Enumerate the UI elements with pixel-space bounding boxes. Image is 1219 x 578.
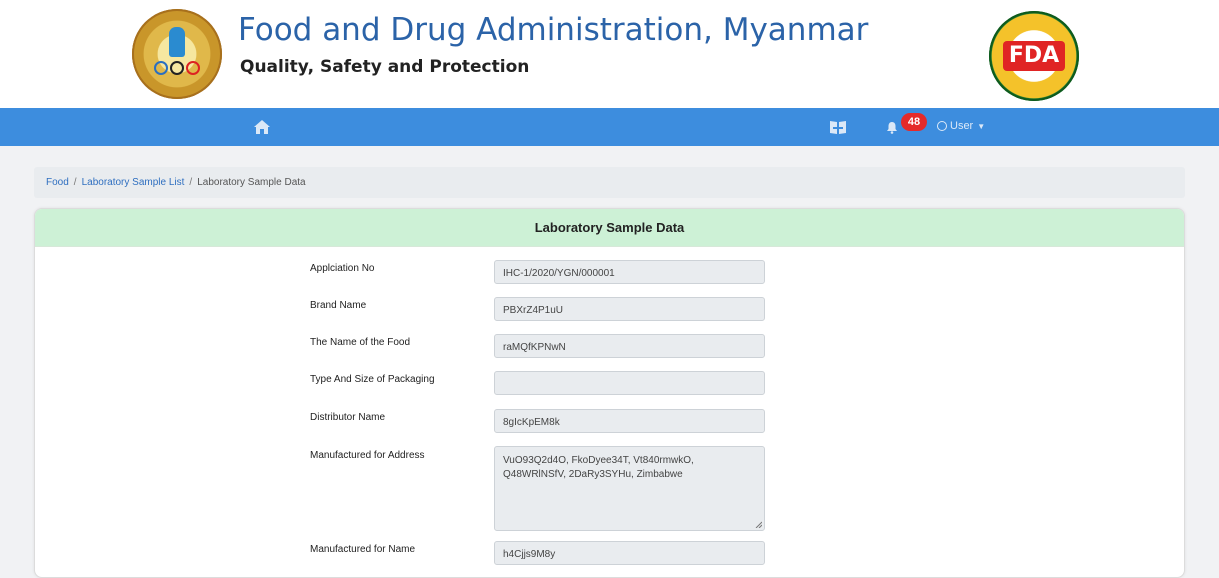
breadcrumb: Food / Laboratory Sample List / Laboratory S… <box>34 167 1185 198</box>
card-title: Laboratory Sample Data <box>35 209 1184 247</box>
site-title: Food and Drug Administration, Myanmar <box>238 12 869 48</box>
packaging-field[interactable] <box>494 371 765 395</box>
field-label: Applciation No <box>310 263 375 274</box>
field-label: Manufactured for Address <box>310 450 425 461</box>
breadcrumb-current: Laboratory Sample Data <box>197 177 306 188</box>
textarea-value: VuO93Q2d4O, FkoDyee34T, Vt840rmwkO, Q48W… <box>503 455 694 480</box>
field-label: Manufactured for Name <box>310 544 416 555</box>
site-subtitle: Quality, Safety and Protection <box>240 57 530 77</box>
resize-handle-icon[interactable] <box>755 521 762 528</box>
breadcrumb-separator: / <box>189 177 193 188</box>
manufactured-for-name-field[interactable]: h4Cjjs9M8y <box>494 541 765 565</box>
lab-sample-data-card: Laboratory Sample Data Applciation No IH… <box>34 208 1185 578</box>
book-icon[interactable] <box>828 119 848 135</box>
manufactured-for-address-textarea[interactable]: VuO93Q2d4O, FkoDyee34T, Vt840rmwkO, Q48W… <box>494 446 765 531</box>
brand-name-field[interactable]: PBXrZ4P1uU <box>494 297 765 321</box>
breadcrumb-lab-sample-list-link[interactable]: Laboratory Sample List <box>82 177 185 188</box>
field-label: The Name of the Food <box>310 337 411 348</box>
chevron-down-icon: ▼ <box>977 122 986 131</box>
fda-seal-logo: FDA <box>989 11 1079 101</box>
user-label: User <box>950 120 974 132</box>
site-header: Food and Drug Administration, Myanmar Qu… <box>0 0 1219 108</box>
bell-icon[interactable] <box>886 121 898 134</box>
notification-count-badge[interactable]: 48 <box>901 113 927 131</box>
food-name-field[interactable]: raMQfKPNwN <box>494 334 765 358</box>
user-menu[interactable]: User ▼ <box>937 120 985 132</box>
top-navbar: 48 User ▼ <box>0 108 1219 146</box>
field-label: Distributor Name <box>310 412 386 423</box>
field-label: Brand Name <box>310 300 367 311</box>
field-label: Type And Size of Packaging <box>310 374 435 385</box>
ministry-seal-logo <box>132 9 222 99</box>
breadcrumb-food-link[interactable]: Food <box>46 177 69 188</box>
distributor-name-field[interactable]: 8gIcKpEM8k <box>494 409 765 433</box>
breadcrumb-separator: / <box>73 177 77 188</box>
user-icon <box>937 121 947 131</box>
home-icon[interactable] <box>253 119 271 135</box>
application-no-field[interactable]: IHC-1/2020/YGN/000001 <box>494 260 765 284</box>
fda-logo-text: FDA <box>1003 41 1065 71</box>
